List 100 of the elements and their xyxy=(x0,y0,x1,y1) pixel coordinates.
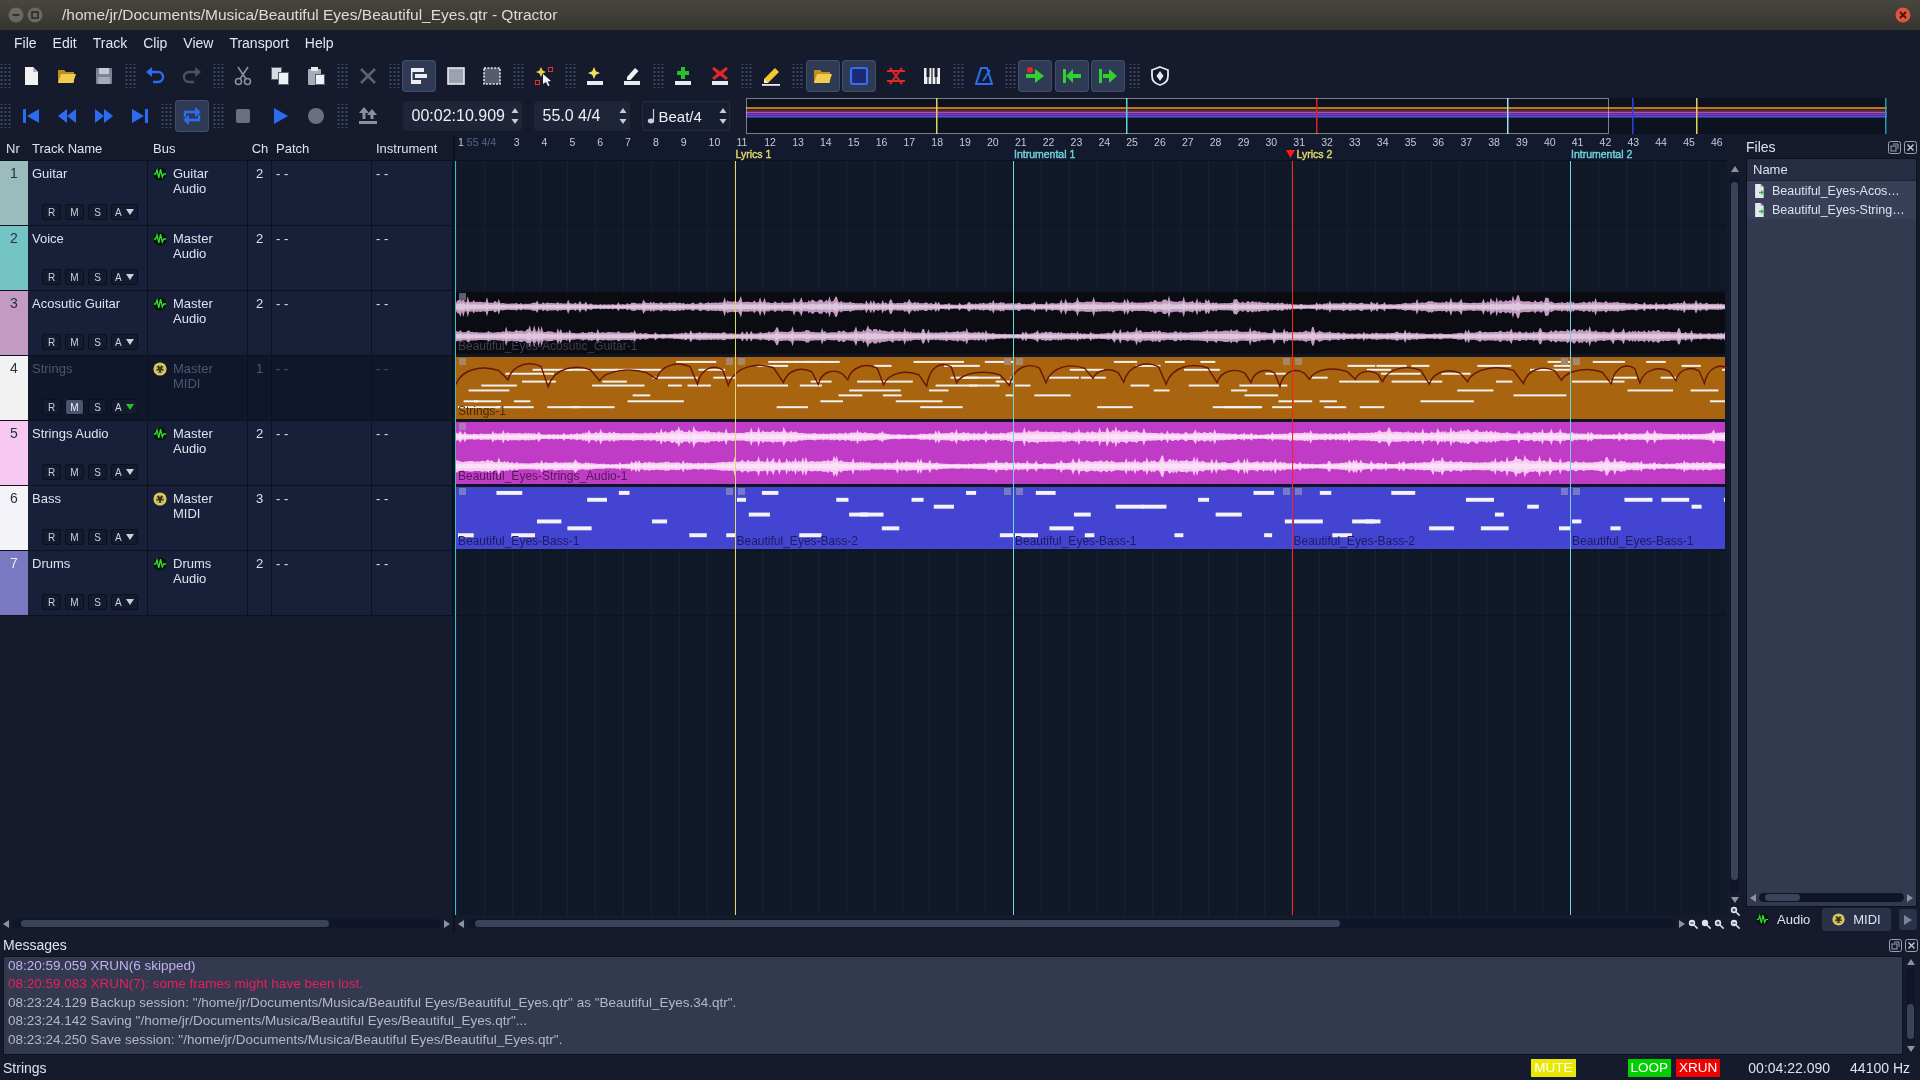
track-row[interactable]: 1 Guitar R M S A Guitar Audio 2 - - - - xyxy=(0,161,453,226)
spin-arrows-icon[interactable] xyxy=(718,107,727,125)
scroll-down-icon[interactable] xyxy=(1906,1046,1915,1052)
tempo-field[interactable]: 55.0 4/4 xyxy=(533,101,630,131)
column-header[interactable]: Ch xyxy=(251,140,269,156)
toolbar-grip[interactable] xyxy=(513,64,524,88)
float-button[interactable] xyxy=(1889,938,1902,952)
follow-playhead-button[interactable] xyxy=(1018,60,1052,92)
record-button[interactable]: R xyxy=(42,204,61,220)
menu-item[interactable]: Track xyxy=(84,32,136,54)
minimize-button[interactable] xyxy=(8,7,24,23)
zoom-out-icon[interactable] xyxy=(1688,918,1698,929)
column-header[interactable]: Track Name xyxy=(32,140,148,156)
scroll-thumb[interactable] xyxy=(20,920,330,927)
snap-dropdown[interactable]: Beat/4 xyxy=(641,101,730,131)
toolbar-grip[interactable] xyxy=(337,64,348,88)
track-row[interactable]: 7 Drums R M S A Drums Audio 2 - - - - xyxy=(0,551,453,616)
menu-item[interactable]: File xyxy=(6,32,45,54)
toolbar-button[interactable] xyxy=(1054,60,1089,92)
mute-button[interactable]: M xyxy=(65,594,84,610)
scroll-down-icon[interactable] xyxy=(1730,897,1739,903)
marker-line[interactable] xyxy=(1013,161,1014,915)
horizontal-scrollbar[interactable] xyxy=(467,919,1676,928)
close-button[interactable] xyxy=(1905,938,1918,952)
session-overview[interactable] xyxy=(745,98,1887,134)
automation-button[interactable]: A xyxy=(111,204,138,220)
midi-clip[interactable] xyxy=(1291,357,1570,419)
automation-button[interactable]: A xyxy=(111,269,138,285)
menu-item[interactable]: Transport xyxy=(221,32,297,54)
scroll-up-icon[interactable] xyxy=(1906,959,1915,965)
zoom-icon[interactable] xyxy=(1701,918,1711,929)
scroll-thumb[interactable] xyxy=(1731,182,1738,880)
menu-item[interactable]: View xyxy=(175,32,222,54)
toolbar-grip[interactable] xyxy=(1129,64,1140,88)
files-tab[interactable]: MIDI xyxy=(1822,908,1891,931)
playhead-icon[interactable] xyxy=(1285,150,1295,158)
scroll-right-icon[interactable] xyxy=(1679,919,1685,928)
toolbar-grip[interactable] xyxy=(337,104,348,128)
zoom-in-icon[interactable] xyxy=(1714,918,1724,929)
automation-button[interactable]: A xyxy=(111,334,138,350)
zoom-out-icon[interactable] xyxy=(1729,919,1740,929)
toolbar-grip[interactable] xyxy=(953,64,964,88)
midi-clip[interactable] xyxy=(1013,357,1292,419)
loop-button[interactable] xyxy=(174,100,209,132)
automation-button[interactable]: A xyxy=(111,594,138,610)
marker-label[interactable]: Intrumental 2 xyxy=(1571,148,1633,160)
solo-button[interactable]: S xyxy=(88,334,107,350)
toolbar-grip[interactable] xyxy=(1004,64,1016,88)
time-field[interactable]: 00:02:10.909 xyxy=(402,101,522,131)
scroll-up-icon[interactable] xyxy=(1730,166,1739,172)
marker-line[interactable] xyxy=(734,161,736,915)
zoom-in-icon[interactable] xyxy=(1729,906,1740,916)
toolbar-grip[interactable] xyxy=(740,64,752,88)
automation-button[interactable]: A xyxy=(111,399,138,415)
column-header[interactable]: Patch xyxy=(276,140,310,156)
track-row[interactable]: 4 Strings R M S A Master MIDI 1 - - - - xyxy=(0,356,453,421)
mute-button[interactable]: M xyxy=(65,529,84,545)
scroll-left-icon[interactable] xyxy=(1750,893,1756,902)
vertical-scrollbar[interactable] xyxy=(1730,175,1739,894)
marker-label[interactable]: Lyrics 2 xyxy=(1296,148,1333,160)
toolbar-grip[interactable] xyxy=(652,64,664,88)
toolbar-grip[interactable] xyxy=(212,104,224,128)
toolbar-grip[interactable] xyxy=(564,64,576,88)
scroll-thumb[interactable] xyxy=(1764,894,1800,901)
media-list-item[interactable]: Beautiful_Eyes-Acos… xyxy=(1747,181,1916,200)
record-button[interactable]: R xyxy=(42,399,61,415)
midi-clip[interactable] xyxy=(734,357,1013,419)
toolbar-grip[interactable] xyxy=(388,64,400,88)
column-header[interactable]: Nr xyxy=(6,140,20,156)
maximize-button[interactable] xyxy=(27,7,43,23)
marker-label[interactable]: Lyrics 1 xyxy=(735,148,772,160)
close-button[interactable] xyxy=(1904,140,1917,154)
column-header[interactable]: Bus xyxy=(153,140,176,156)
spin-arrows-icon[interactable] xyxy=(510,107,519,125)
track-row[interactable]: 2 Voice R M S A Master Audio 2 - - - - xyxy=(0,226,453,291)
scroll-thumb[interactable] xyxy=(475,920,1340,927)
marker-label[interactable]: Intrumental 1 xyxy=(1014,148,1076,160)
time-ruler[interactable]: 1 55 4/4 3 4 5 6 7 8 9 10 11 12 13 14 15 16 17 18 19 20 21 22 23 24 25 26 27 28 29 30 31 32 33 34 35 36 37 38 39 40 41 42 43 44 45 46 Lyrics 1 Intrumental 1 Lyrics 2 Intrumental 2 xyxy=(455,136,1727,161)
toolbar-grip[interactable] xyxy=(0,104,11,128)
toolbar-grip[interactable] xyxy=(792,64,803,88)
record-button[interactable]: R xyxy=(42,529,61,545)
record-button[interactable]: R xyxy=(42,269,61,285)
solo-button[interactable]: S xyxy=(88,529,107,545)
toolbar-grip[interactable] xyxy=(161,104,172,128)
scroll-right-icon[interactable] xyxy=(1907,893,1913,902)
files-button[interactable] xyxy=(805,60,840,92)
mute-button[interactable]: M xyxy=(65,204,84,220)
record-button[interactable]: R xyxy=(42,334,61,350)
float-button[interactable] xyxy=(1888,140,1901,154)
column-header[interactable]: Name xyxy=(1753,162,1788,177)
mute-button[interactable]: M xyxy=(65,464,84,480)
menu-item[interactable]: Help xyxy=(296,32,342,54)
mute-button[interactable]: M xyxy=(65,399,84,415)
track-row[interactable]: 3 Acosutic Guitar R M S A Master Audio 2 - - - - xyxy=(0,291,453,356)
spin-arrows-icon[interactable] xyxy=(618,107,627,125)
menu-item[interactable]: Edit xyxy=(44,32,85,54)
record-button[interactable]: R xyxy=(42,594,61,610)
clip-handle[interactable] xyxy=(459,358,466,365)
track-view-button[interactable] xyxy=(402,60,436,92)
playhead-line[interactable] xyxy=(1291,161,1293,915)
